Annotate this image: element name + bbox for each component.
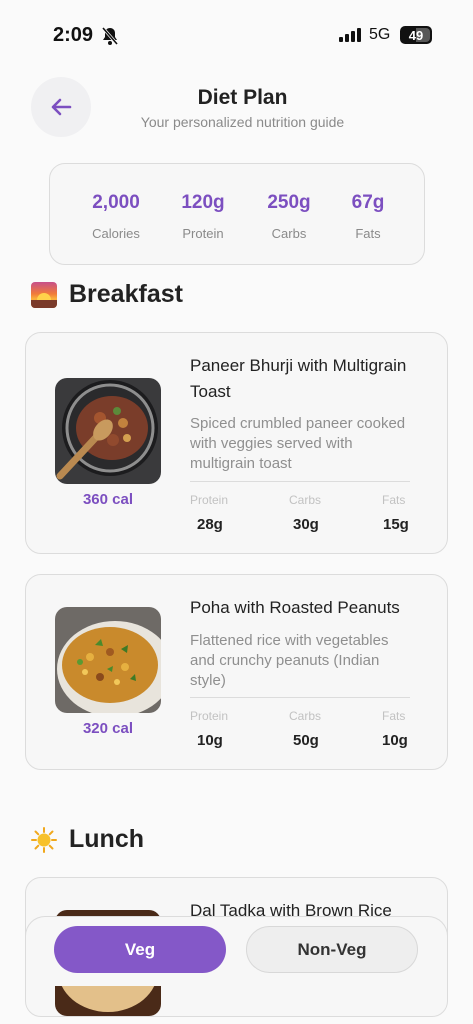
section-breakfast: Breakfast (31, 280, 183, 309)
page-subtitle: Your personalized nutrition guide (140, 114, 345, 130)
carbs-value: 30g (293, 516, 319, 533)
summary-label: Fats (355, 226, 381, 241)
meal-description: Flattened rice with vegetables and crunc… (190, 632, 389, 689)
fats-value: 15g (383, 516, 409, 533)
fats-label: Fats (382, 709, 406, 723)
protein-value: 10g (197, 732, 223, 749)
meal-card[interactable]: 320 cal Poha with Roasted Peanuts Flatte… (25, 574, 448, 770)
meal-image (55, 607, 161, 713)
summary-label: Calories (92, 226, 140, 241)
sunrise-icon (31, 281, 57, 308)
summary-value: 2,000 (92, 192, 140, 213)
carbs-value: 50g (293, 732, 319, 749)
meal-calories: 360 cal (82, 491, 134, 508)
sun-icon (31, 826, 57, 853)
carbs-label: Carbs (289, 493, 322, 507)
section-lunch: Lunch (31, 825, 144, 854)
network-label: 5G (369, 26, 391, 43)
summary-label: Carbs (271, 226, 307, 241)
section-title: Lunch (69, 825, 144, 853)
summary-value: 67g (351, 192, 385, 213)
summary-carbs: 250g Carbs (244, 192, 334, 241)
signal-icon (339, 28, 361, 42)
divider (190, 481, 410, 482)
diet-filter-bar: Veg Non-Veg (25, 916, 448, 986)
battery-level: 49 (408, 27, 424, 43)
meal-name: Paneer Bhurji with Multigrain Toast (190, 356, 407, 401)
meal-card[interactable]: 360 cal Paneer Bhurji with Multigrain To… (25, 332, 448, 554)
summary-protein: 120g Protein (158, 192, 248, 241)
summary-calories: 2,000 Calories (71, 192, 161, 241)
summary-value: 250g (267, 192, 311, 213)
section-title: Breakfast (69, 280, 183, 308)
nonveg-tab-button[interactable]: Non-Veg (246, 926, 418, 973)
fats-label: Fats (382, 493, 406, 507)
status-bar: 2:09 5G 49 (0, 0, 473, 70)
meal-calories: 320 cal (82, 720, 134, 737)
meal-name: Poha with Roasted Peanuts (190, 598, 400, 617)
divider (190, 697, 410, 698)
fats-value: 10g (382, 732, 408, 749)
summary-value: 120g (181, 192, 225, 213)
carbs-label: Carbs (289, 709, 322, 723)
page-title: Diet Plan (197, 86, 288, 109)
meal-description: Spiced crumbled paneer cooked with veggi… (190, 415, 406, 472)
summary-fats: 67g Fats (323, 192, 413, 241)
battery-icon: 49 (400, 26, 432, 44)
meal-image (55, 378, 161, 484)
summary-label: Protein (182, 226, 224, 241)
daily-summary-card: 2,000 Calories 120g Protein 250g Carbs 6… (49, 163, 425, 265)
protein-label: Protein (190, 493, 229, 507)
bell-off-icon (101, 27, 119, 45)
protein-label: Protein (190, 709, 229, 723)
veg-tab-button[interactable]: Veg (54, 926, 226, 973)
status-time: 2:09 (53, 24, 94, 46)
protein-value: 28g (197, 516, 223, 533)
